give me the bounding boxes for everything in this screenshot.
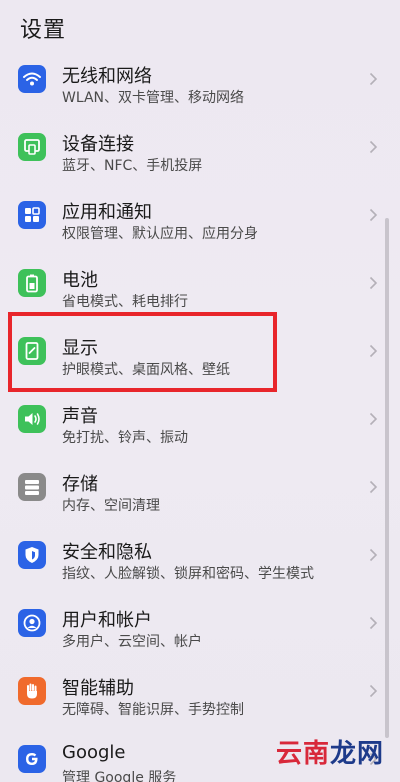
- item-title: 电池: [62, 270, 98, 291]
- wifi-icon: [18, 65, 46, 93]
- item-title: 安全和隐私: [62, 542, 152, 563]
- settings-item-sound[interactable]: 声音 免打扰、铃声、振动: [0, 384, 400, 452]
- settings-item-display[interactable]: 显示 护眼模式、桌面风格、壁纸: [0, 316, 400, 384]
- settings-item-storage[interactable]: 存储 内存、空间清理: [0, 452, 400, 520]
- user-icon: [18, 609, 46, 637]
- chevron-right-icon: [369, 276, 378, 290]
- item-subtitle: 省电模式、耗电排行: [62, 294, 188, 310]
- chevron-right-icon: [369, 412, 378, 426]
- item-title: 应用和通知: [62, 202, 152, 223]
- sound-icon: [18, 405, 46, 433]
- settings-item-battery[interactable]: 电池 省电模式、耗电排行: [0, 248, 400, 316]
- item-title: 用户和帐户: [62, 610, 152, 631]
- settings-item-wireless-network[interactable]: 无线和网络 WLAN、双卡管理、移动网络: [0, 44, 400, 112]
- settings-item-smart-assistance[interactable]: 智能辅助 无障碍、智能识屏、手势控制: [0, 656, 400, 724]
- watermark: 云南龙网: [276, 733, 384, 770]
- item-subtitle: 无障碍、智能识屏、手势控制: [62, 702, 244, 718]
- item-subtitle: 护眼模式、桌面风格、壁纸: [62, 362, 230, 378]
- google-icon: [18, 745, 46, 773]
- battery-icon: [18, 269, 46, 297]
- item-title: 智能辅助: [62, 678, 134, 699]
- item-title: 设备连接: [62, 134, 134, 155]
- settings-list: 无线和网络 WLAN、双卡管理、移动网络 设备连接 蓝牙、NFC、手机投屏 应用…: [0, 44, 400, 782]
- item-subtitle: 免打扰、铃声、振动: [62, 430, 188, 446]
- item-subtitle: 管理 Google 服务: [62, 770, 177, 782]
- item-subtitle: 蓝牙、NFC、手机投屏: [62, 158, 203, 174]
- chevron-right-icon: [369, 480, 378, 494]
- settings-item-apps-notifications[interactable]: 应用和通知 权限管理、默认应用、应用分身: [0, 180, 400, 248]
- chevron-right-icon: [369, 344, 378, 358]
- chevron-right-icon: [369, 208, 378, 222]
- storage-icon: [18, 473, 46, 501]
- display-icon: [18, 337, 46, 365]
- item-subtitle: 权限管理、默认应用、应用分身: [62, 226, 258, 242]
- item-title: 显示: [62, 338, 98, 359]
- item-title: 存储: [62, 474, 98, 495]
- chevron-right-icon: [369, 548, 378, 562]
- item-title: 声音: [62, 406, 98, 427]
- settings-item-device-connection[interactable]: 设备连接 蓝牙、NFC、手机投屏: [0, 112, 400, 180]
- page-title: 设置: [20, 18, 67, 43]
- device-connection-icon: [18, 133, 46, 161]
- item-subtitle: 内存、空间清理: [62, 498, 160, 514]
- settings-item-security-privacy[interactable]: 安全和隐私 指纹、人脸解锁、锁屏和密码、学生模式: [0, 520, 400, 588]
- chevron-right-icon: [369, 140, 378, 154]
- item-subtitle: 指纹、人脸解锁、锁屏和密码、学生模式: [62, 566, 314, 582]
- chevron-right-icon: [369, 72, 378, 86]
- chevron-right-icon: [369, 684, 378, 698]
- hand-icon: [18, 677, 46, 705]
- item-title: Google: [62, 742, 126, 763]
- watermark-part-b: 龙网: [330, 739, 385, 769]
- scrollbar[interactable]: [385, 218, 389, 738]
- watermark-part-a: 云南: [276, 739, 331, 769]
- shield-icon: [18, 541, 46, 569]
- item-title: 无线和网络: [62, 66, 152, 87]
- settings-item-users-accounts[interactable]: 用户和帐户 多用户、云空间、帐户: [0, 588, 400, 656]
- apps-icon: [18, 201, 46, 229]
- chevron-right-icon: [369, 616, 378, 630]
- item-subtitle: WLAN、双卡管理、移动网络: [62, 90, 245, 106]
- settings-screen: 设置 无线和网络 WLAN、双卡管理、移动网络 设备连接 蓝牙、NFC、手机投屏…: [0, 0, 400, 782]
- item-subtitle: 多用户、云空间、帐户: [62, 634, 202, 650]
